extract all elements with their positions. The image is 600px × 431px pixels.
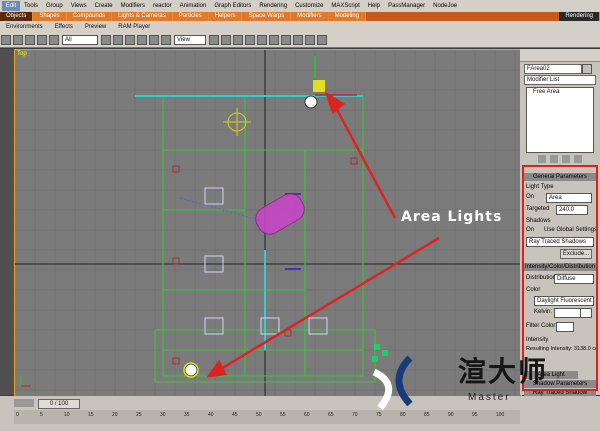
- tick-label: 20: [112, 412, 118, 418]
- scale-icon[interactable]: [161, 35, 171, 45]
- menu-modifiers[interactable]: Modifiers: [117, 3, 149, 9]
- tab-modeling[interactable]: Modeling: [328, 12, 366, 21]
- tick-label: 10: [64, 412, 70, 418]
- tab-particles[interactable]: Particles: [172, 12, 209, 21]
- slider-left-icon[interactable]: [14, 399, 34, 407]
- menu-graph-editors[interactable]: Graph Editors: [210, 3, 255, 9]
- snap-icon[interactable]: [221, 35, 231, 45]
- tick-label: 70: [352, 412, 358, 418]
- make-unique-icon[interactable]: [562, 155, 570, 163]
- tick-label: 0: [16, 412, 19, 418]
- annotation-label: Area Lights: [401, 209, 503, 225]
- bind-icon[interactable]: [49, 35, 59, 45]
- material-editor-icon[interactable]: [293, 35, 303, 45]
- menu-nodejoe[interactable]: NodeJoe: [429, 3, 461, 9]
- tick-label: 40: [208, 412, 214, 418]
- show-end-result-icon[interactable]: [550, 155, 558, 163]
- menu-help[interactable]: Help: [364, 3, 384, 9]
- menu-create[interactable]: Create: [91, 3, 117, 9]
- menu-tools[interactable]: Tools: [20, 3, 42, 9]
- remove-modifier-icon[interactable]: [574, 155, 582, 163]
- tab-rendering[interactable]: Rendering: [559, 12, 600, 21]
- region-select-icon[interactable]: [125, 35, 135, 45]
- redo-icon[interactable]: [13, 35, 23, 45]
- unlink-icon[interactable]: [37, 35, 47, 45]
- object-name-field[interactable]: FArea02: [524, 64, 582, 74]
- menu-animation[interactable]: Animation: [176, 3, 211, 9]
- pin-stack-icon[interactable]: [538, 155, 546, 163]
- app-logo[interactable]: Edit: [2, 1, 20, 11]
- link-icon[interactable]: [25, 35, 35, 45]
- menu-passmanager[interactable]: PassManager: [384, 3, 429, 9]
- tick-label: 25: [136, 412, 142, 418]
- main-toolbar: All View: [0, 33, 600, 48]
- ram-player-button[interactable]: RAM Player: [112, 24, 156, 30]
- tick-label: 35: [184, 412, 190, 418]
- tick-label: 60: [304, 412, 310, 418]
- menu-views[interactable]: Views: [67, 3, 91, 9]
- stack-item[interactable]: Free Area: [527, 88, 593, 96]
- tab-compounds[interactable]: Compounds: [66, 12, 113, 21]
- watermark-sub: Master: [468, 392, 511, 403]
- tick-label: 45: [232, 412, 238, 418]
- menu-customize[interactable]: Customize: [291, 3, 327, 9]
- layer-icon[interactable]: [269, 35, 279, 45]
- tab-modifiers[interactable]: Modifiers: [291, 12, 329, 21]
- environments-button[interactable]: Environments: [0, 24, 49, 30]
- light-target-line: [179, 197, 260, 221]
- curve-editor-icon[interactable]: [281, 35, 291, 45]
- align-icon[interactable]: [257, 35, 267, 45]
- preview-button[interactable]: Preview: [79, 24, 112, 30]
- object-color-swatch[interactable]: [582, 64, 592, 74]
- tab-helpers[interactable]: Helpers: [208, 12, 243, 21]
- modifier-stack: Free Area: [526, 87, 594, 153]
- command-tabs: Objects Shapes Compounds Lights & Camera…: [0, 12, 600, 21]
- select-icon[interactable]: [101, 35, 111, 45]
- viewcube-axes: [20, 376, 31, 387]
- tab-space-warps[interactable]: Space Warps: [242, 12, 292, 21]
- watermark-brand: 渲大师: [458, 355, 549, 388]
- tick-label: 50: [256, 412, 262, 418]
- menu-rendering[interactable]: Rendering: [255, 3, 291, 9]
- tick-label: 65: [328, 412, 334, 418]
- render-setup-icon[interactable]: [305, 35, 315, 45]
- tick-label: 55: [280, 412, 286, 418]
- left-toolstrip: [0, 49, 14, 395]
- render-icon[interactable]: [317, 35, 327, 45]
- rotate-icon[interactable]: [149, 35, 159, 45]
- area-light-icon-bottom[interactable]: [183, 362, 199, 378]
- reference-coord-dropdown[interactable]: View: [174, 35, 206, 45]
- angle-snap-icon[interactable]: [233, 35, 243, 45]
- pivot-icon[interactable]: [209, 35, 219, 45]
- select-by-name-icon[interactable]: [113, 35, 123, 45]
- mirror-icon[interactable]: [245, 35, 255, 45]
- selected-area-light[interactable]: [251, 189, 308, 238]
- tab-shapes[interactable]: Shapes: [33, 12, 67, 21]
- sun-light-icon[interactable]: [223, 108, 251, 136]
- tab-objects[interactable]: Objects: [0, 12, 34, 21]
- menu-reactor[interactable]: reactor: [149, 3, 176, 9]
- tick-label: 30: [160, 412, 166, 418]
- effects-button[interactable]: Effects: [49, 24, 79, 30]
- tab-lights-cameras[interactable]: Lights & Cameras: [112, 12, 173, 21]
- selection-filter-dropdown[interactable]: All: [62, 35, 98, 45]
- tick-label: 15: [88, 412, 94, 418]
- modifier-list-dropdown[interactable]: Modifier List: [524, 75, 596, 85]
- menu-maxscript[interactable]: MAXScript: [327, 3, 363, 9]
- move-icon[interactable]: [137, 35, 147, 45]
- panel-tab-row: [520, 49, 600, 62]
- undo-icon[interactable]: [1, 35, 11, 45]
- menu-group[interactable]: Group: [42, 3, 67, 9]
- tick-label: 5: [40, 412, 43, 418]
- stack-buttons: [538, 155, 588, 163]
- time-slider[interactable]: 0 / 100: [38, 399, 80, 409]
